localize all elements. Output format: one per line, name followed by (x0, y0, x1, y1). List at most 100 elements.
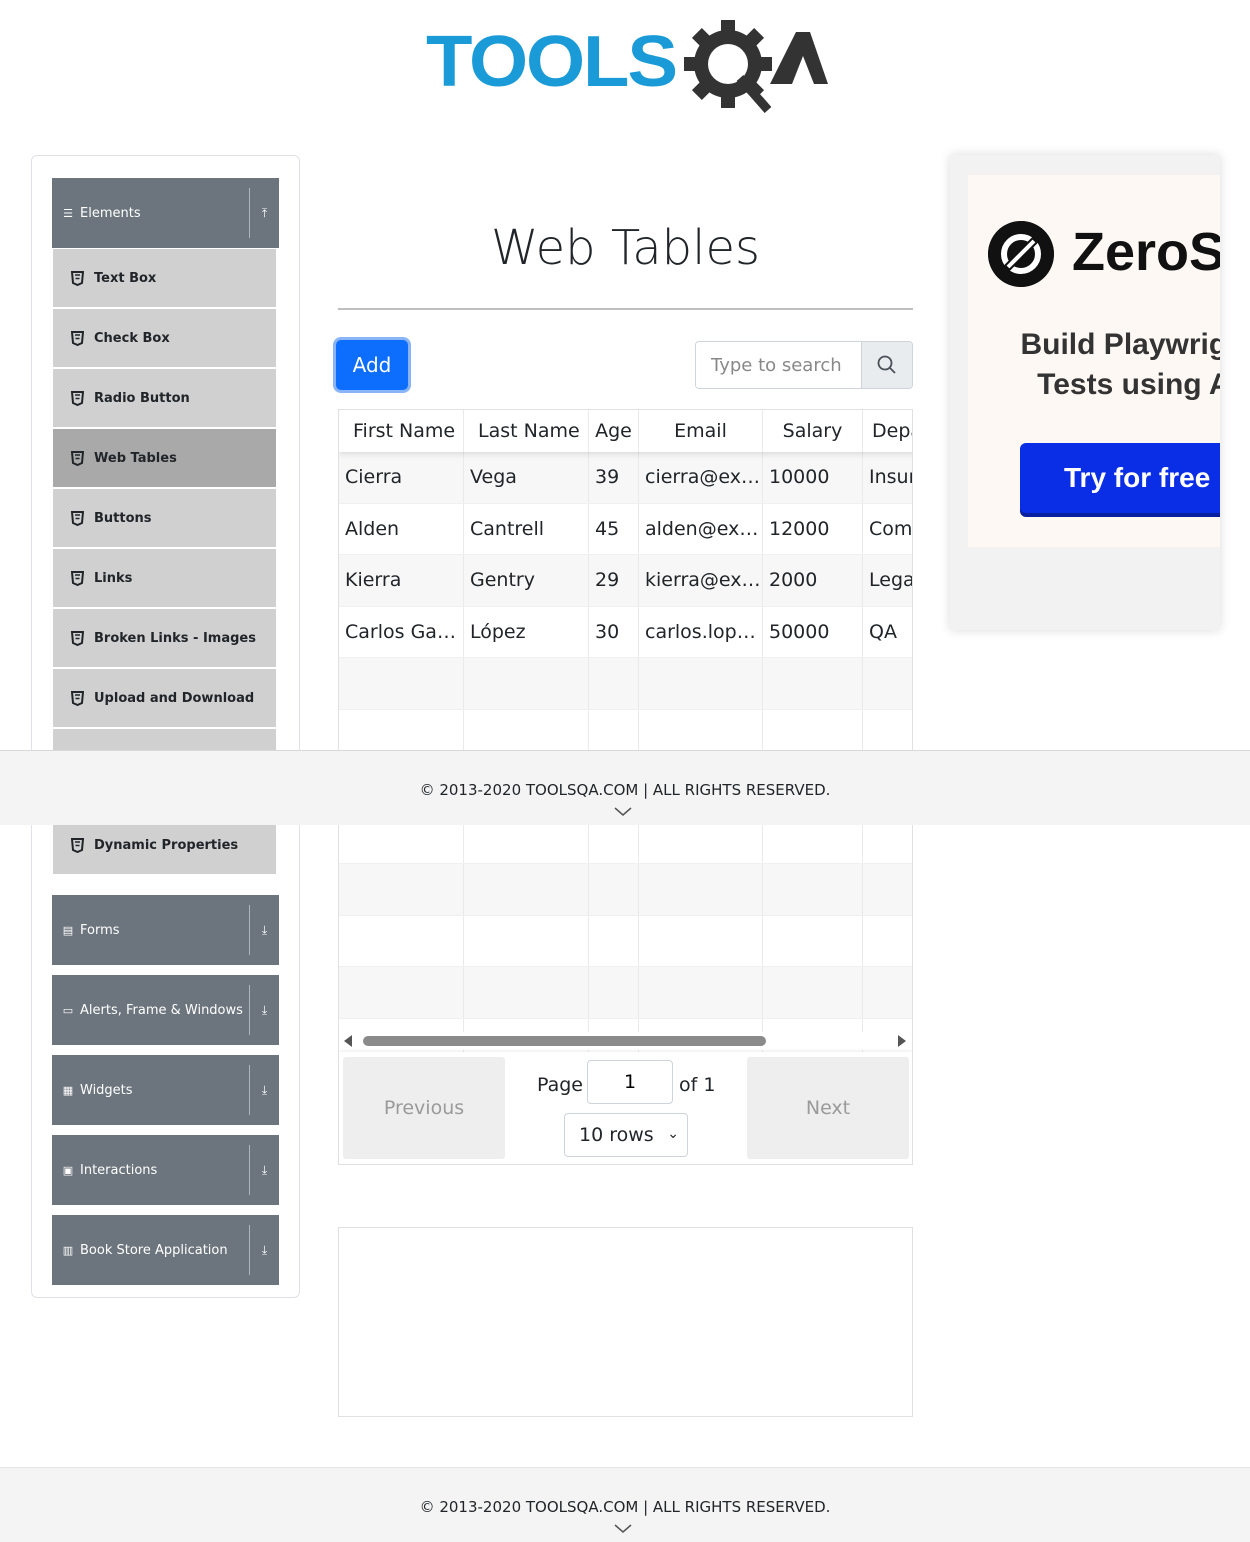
expand-down-icon[interactable]: ⤓ (249, 1225, 279, 1275)
table-cell: 30 (589, 606, 639, 657)
group-interactions[interactable]: ▣ Interactions ⤓ (52, 1135, 279, 1205)
group-label: Widgets (80, 1082, 133, 1098)
group-widgets[interactable]: ▦ Widgets ⤓ (52, 1055, 279, 1125)
sidebar-item-label: Upload and Download (94, 690, 255, 706)
html5-shield-icon (71, 837, 84, 853)
collapse-up-icon[interactable]: ⤒ (249, 188, 279, 238)
column-header[interactable]: Last Name (464, 410, 589, 452)
footer-text: © 2013-2020 TOOLSQA.COM | ALL RIGHTS RES… (419, 1498, 831, 1516)
search-input[interactable] (696, 342, 861, 388)
page-total: of 1 (679, 1074, 716, 1096)
sidebar-item-label: Links (94, 570, 133, 586)
ad-headline: Build Playwright Tests using AI (1008, 325, 1220, 405)
table-cell: Alden (339, 503, 464, 554)
html5-shield-icon (71, 390, 84, 406)
table-cell: Insurance (863, 452, 912, 503)
table-cell: carlos.lopez@example.com (639, 606, 763, 657)
column-header[interactable]: Salary (763, 410, 863, 452)
rows-per-page-value: 10 rows (579, 1124, 654, 1146)
sidebar-item-text-box[interactable]: Text Box (53, 249, 276, 307)
ad-brand: ZeroStep (1072, 222, 1220, 282)
column-header[interactable]: Age (589, 410, 639, 452)
search-icon (877, 355, 896, 374)
chevron-down-icon: ⌄ (667, 1126, 679, 1142)
group-elements[interactable]: ☰ Elements ⤒ (52, 178, 279, 248)
table-row: Kierra Gentry 29 kierra@example.com 2000… (339, 555, 912, 607)
ad-placeholder (338, 1227, 913, 1417)
sidebar-item-radio-button[interactable]: Radio Button (53, 369, 276, 427)
html5-shield-icon (71, 630, 84, 646)
scroll-right-icon[interactable] (898, 1035, 906, 1047)
column-header[interactable]: First Name (339, 410, 464, 452)
advertisement[interactable]: ZeroStep Build Playwright Tests using AI… (950, 155, 1220, 630)
table-row-empty (339, 967, 912, 1019)
sidebar-item-broken-links[interactable]: Broken Links - Images (53, 609, 276, 667)
table-cell: Gentry (464, 555, 589, 606)
chevron-down-icon[interactable] (614, 1524, 632, 1534)
table-row: Alden Cantrell 45 alden@example.com 1200… (339, 503, 912, 555)
search-button[interactable] (861, 342, 912, 388)
group-label: Book Store Application (80, 1242, 228, 1258)
page-number-input[interactable] (587, 1060, 673, 1104)
column-header[interactable]: Email (639, 410, 763, 452)
hamburger-icon: ☰ (63, 206, 73, 220)
expand-down-icon[interactable]: ⤓ (249, 1065, 279, 1115)
sidebar-item-check-box[interactable]: Check Box (53, 309, 276, 367)
page-title: Web Tables (490, 220, 761, 276)
table-cell: Legal (863, 555, 912, 606)
sidebar-item-label: Buttons (94, 510, 152, 526)
table-cell: 2000 (763, 555, 863, 606)
previous-button[interactable]: Previous (343, 1057, 505, 1159)
ad-headline-line: Build Playwright (1020, 328, 1220, 361)
scroll-left-icon[interactable] (344, 1035, 352, 1047)
table-cell: kierra@example.com (639, 555, 763, 606)
title-divider (338, 308, 913, 310)
group-alerts-frame-windows[interactable]: ▭ Alerts, Frame & Windows ⤓ (52, 975, 279, 1045)
sidebar-item-label: Check Box (94, 330, 170, 346)
table-cell: Vega (464, 452, 589, 503)
expand-down-icon[interactable]: ⤓ (249, 905, 279, 955)
toolsqa-logo[interactable]: TOOLS (426, 18, 830, 114)
scrollbar-thumb[interactable] (363, 1036, 766, 1046)
add-button[interactable]: Add (336, 340, 408, 390)
try-for-free-button[interactable]: Try for free → (1020, 443, 1220, 513)
sidebar-item-upload-download[interactable]: Upload and Download (53, 669, 276, 727)
table-row-empty (339, 864, 912, 916)
table-row-empty (339, 915, 912, 967)
html5-shield-icon (71, 690, 84, 706)
group-book-store[interactable]: ▥ Book Store Application ⤓ (52, 1215, 279, 1285)
expand-down-icon[interactable]: ⤓ (249, 985, 279, 1035)
sticky-footer: © 2013-2020 TOOLSQA.COM | ALL RIGHTS RES… (0, 750, 1250, 825)
group-label: Alerts, Frame & Windows (80, 1002, 243, 1018)
table-row: Cierra Vega 39 cierra@example.com 10000 … (339, 452, 912, 504)
table-cell: López (464, 606, 589, 657)
group-forms[interactable]: ▤ Forms ⤓ (52, 895, 279, 965)
column-header[interactable]: Department (863, 410, 912, 452)
sidebar-item-web-tables[interactable]: Web Tables (53, 429, 276, 487)
sidebar-item-links[interactable]: Links (53, 549, 276, 607)
sidebar-item-buttons[interactable]: Buttons (53, 489, 276, 547)
rows-per-page-select[interactable]: 10 rows ⌄ (564, 1113, 688, 1157)
table-cell: QA (863, 607, 912, 658)
table-cell: 10000 (763, 452, 863, 503)
sidebar-item-label: Radio Button (94, 390, 190, 406)
ad-headline-line: Tests using AI (1037, 368, 1220, 401)
sidebar-item-label: Text Box (94, 270, 157, 286)
footer-text: © 2013-2020 TOOLSQA.COM | ALL RIGHTS RES… (419, 781, 831, 799)
table-cell: 29 (589, 555, 639, 606)
books-icon: ▥ (62, 1243, 74, 1257)
horizontal-scrollbar[interactable] (339, 1032, 912, 1050)
table-cell: Cierra (339, 452, 464, 503)
zerostep-logo-icon (988, 221, 1054, 287)
table-cell: 12000 (763, 503, 863, 554)
grid-icon: ▦ (62, 1083, 74, 1097)
group-label: Interactions (80, 1162, 158, 1178)
sidebar-item-label: Broken Links - Images (94, 630, 256, 646)
sidebar-item-label: Web Tables (94, 450, 177, 466)
expand-down-icon[interactable]: ⤓ (249, 1145, 279, 1195)
html5-shield-icon (71, 330, 84, 346)
table-row: Carlos García López 30 carlos.lopez@exam… (339, 606, 912, 658)
table-header: First Name Last Name Age Email Salary De… (339, 410, 912, 452)
chevron-down-icon[interactable] (614, 807, 632, 817)
next-button[interactable]: Next (747, 1057, 909, 1159)
